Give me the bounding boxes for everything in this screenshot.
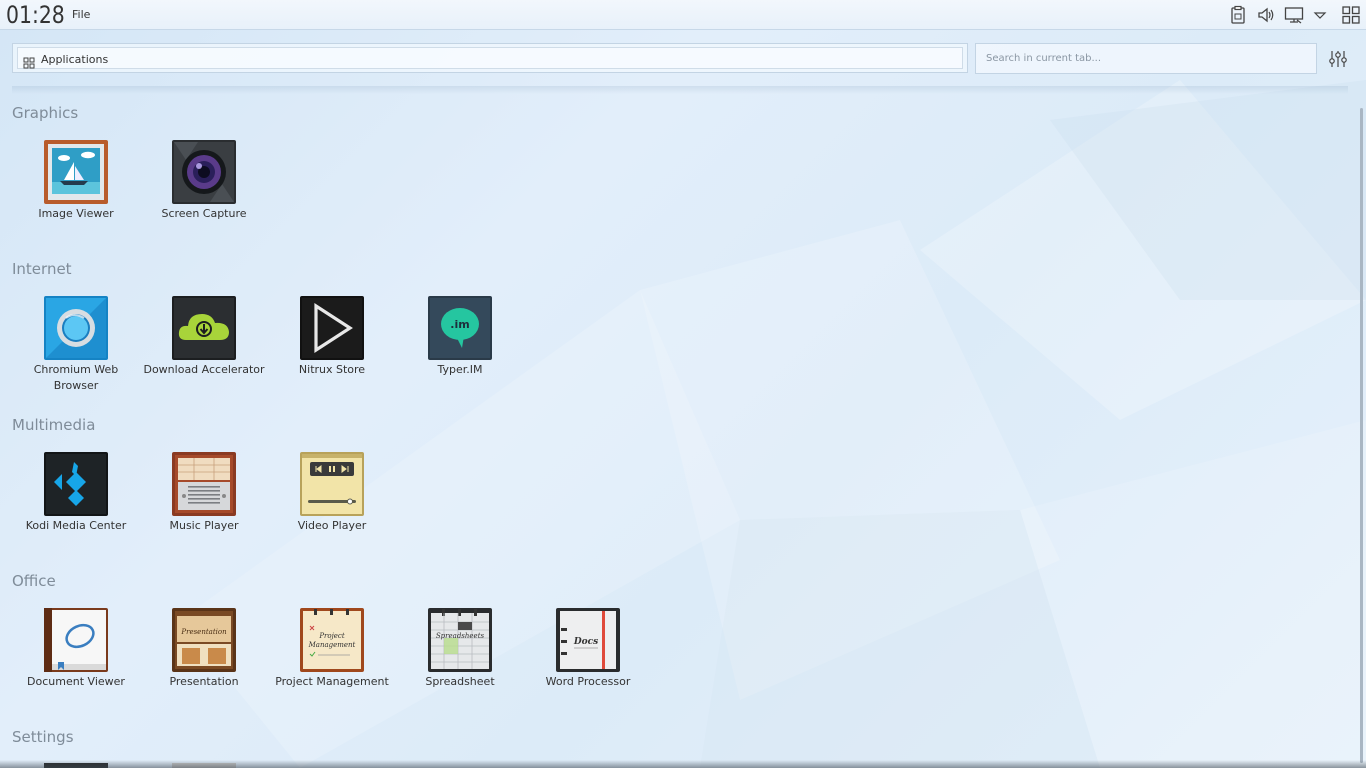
scrollbar[interactable]: [1360, 108, 1363, 763]
app-label: Image Viewer: [38, 207, 114, 220]
bottom-shadow: [0, 760, 1366, 768]
document-book-icon: [44, 608, 108, 672]
radio-icon: [172, 452, 236, 516]
spreadsheet-icon: Spreadsheets: [428, 608, 492, 672]
image-viewer-icon: [44, 140, 108, 204]
app-label: Document Viewer: [27, 675, 125, 688]
video-player-icon: [300, 452, 364, 516]
settings-sliders-icon[interactable]: [1328, 49, 1348, 69]
applications-tab-label: Applications: [41, 53, 109, 66]
app-grid-icon: [23, 54, 35, 73]
app-grid-icon[interactable]: [1341, 5, 1361, 25]
chevron-down-icon[interactable]: [1310, 5, 1330, 25]
app-project-management[interactable]: Project Management Project Management: [268, 608, 396, 690]
svg-text:Presentation: Presentation: [180, 628, 227, 636]
app-label: Presentation: [169, 675, 239, 688]
app-label: Spreadsheet: [425, 675, 495, 688]
applications-tab-inner: Applications: [17, 47, 963, 69]
section-title-graphics: Graphics: [12, 104, 79, 122]
svg-text:Project: Project: [318, 632, 345, 640]
app-download-accelerator[interactable]: Download Accelerator: [140, 296, 268, 378]
clipboard-icon[interactable]: [1228, 5, 1248, 25]
app-spreadsheet[interactable]: Spreadsheets Spreadsheet: [396, 608, 524, 690]
kodi-icon: [44, 452, 108, 516]
download-cloud-icon: [172, 296, 236, 360]
app-label: Music Player: [169, 519, 239, 532]
project-notepad-icon: Project Management: [300, 608, 364, 672]
app-presentation[interactable]: Presentation Presentation: [140, 608, 268, 690]
svg-text:Docs: Docs: [573, 637, 598, 647]
app-typer-im[interactable]: .im Typer.IM: [396, 296, 524, 378]
app-label: Screen Capture: [161, 207, 247, 220]
app-label: Kodi Media Center: [25, 519, 127, 532]
section-title-multimedia: Multimedia: [12, 416, 96, 434]
section-title-internet: Internet: [12, 260, 72, 278]
applications-tab[interactable]: Applications: [12, 43, 968, 73]
chat-bubble-icon: .im: [428, 296, 492, 360]
presentation-board-icon: Presentation: [172, 608, 236, 672]
app-label: Chromium Web Browser: [33, 363, 119, 392]
volume-icon[interactable]: [1256, 5, 1276, 25]
svg-text:Spreadsheets: Spreadsheets: [436, 632, 485, 640]
chromium-icon: [44, 296, 108, 360]
section-title-office: Office: [12, 572, 56, 590]
app-image-viewer[interactable]: Image Viewer: [12, 140, 140, 222]
app-label: Video Player: [297, 519, 367, 532]
app-word-processor[interactable]: Docs Word Processor: [524, 608, 652, 690]
app-chromium[interactable]: Chromium Web Browser: [12, 296, 140, 394]
screen-capture-icon: [172, 140, 236, 204]
svg-text:.im: .im: [450, 318, 469, 331]
top-panel: 01:28 File: [0, 0, 1366, 30]
toolbar-shadow: [12, 86, 1348, 94]
app-label: Nitrux Store: [298, 363, 366, 376]
app-document-viewer[interactable]: Document Viewer: [12, 608, 140, 690]
search-input[interactable]: [975, 43, 1317, 74]
file-menu[interactable]: File: [72, 8, 90, 21]
app-label: Word Processor: [545, 675, 631, 688]
app-nitrux-store[interactable]: Nitrux Store: [268, 296, 396, 378]
app-kodi[interactable]: Kodi Media Center: [12, 452, 140, 534]
app-label: Download Accelerator: [143, 363, 265, 376]
play-store-icon: [300, 296, 364, 360]
word-document-icon: Docs: [556, 608, 620, 672]
app-video-player[interactable]: Video Player: [268, 452, 396, 534]
app-music-player[interactable]: Music Player: [140, 452, 268, 534]
app-label: Project Management: [275, 675, 389, 688]
app-label: Typer.IM: [437, 363, 483, 376]
clock: 01:28: [6, 1, 65, 29]
app-screen-capture[interactable]: Screen Capture: [140, 140, 268, 222]
display-icon[interactable]: [1284, 5, 1304, 25]
section-title-settings: Settings: [12, 728, 74, 746]
svg-text:Management: Management: [308, 641, 356, 649]
